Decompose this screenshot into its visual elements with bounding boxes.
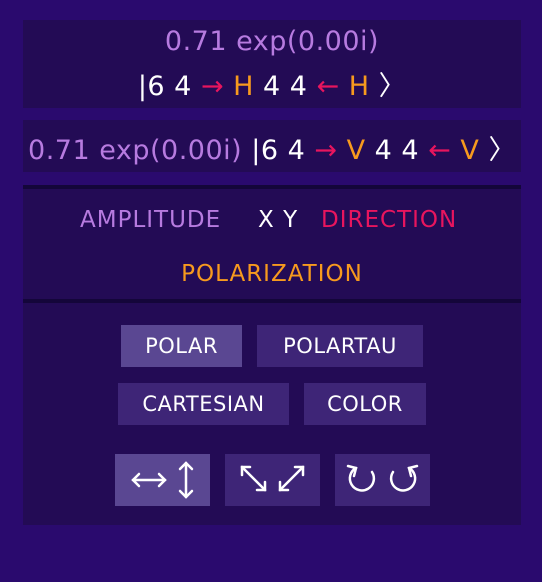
state-2-coords-2: 4 4 [374, 135, 429, 166]
state-2-amplitude: 0.71 exp(0.00i) [28, 135, 252, 166]
state-1-direction-arrow-2: ← [316, 71, 340, 102]
circular-basis-icon [346, 464, 419, 492]
state-1-polarization-2: H [339, 71, 379, 102]
legend-panel: AMPLITUDE X Y DIRECTION POLARIZATION [23, 189, 521, 299]
state-1-ket-close: 〉 [378, 71, 407, 102]
legend-xy: X Y [258, 207, 299, 233]
state-2-polarization-2: V [451, 135, 489, 166]
state-1-panel: 0.71 exp(0.00i) |6 4 → H 4 4 ← H 〉 [23, 20, 521, 108]
diagonal-basis-icon [240, 465, 305, 492]
legend-amplitude: AMPLITUDE [80, 207, 222, 233]
state-2-ket-close: 〉 [488, 135, 516, 166]
polar-button[interactable]: POLAR [121, 325, 242, 367]
color-button[interactable]: COLOR [304, 383, 426, 425]
state-1-ket-line: |6 4 → H 4 4 ← H 〉 [23, 64, 521, 103]
circular-basis-button[interactable] [335, 454, 430, 506]
state-2-ket-open: |6 4 [251, 135, 315, 166]
state-1-polarization-1: H [224, 71, 264, 102]
diagonal-basis-button[interactable] [225, 454, 320, 506]
state-1-amplitude-line: 0.71 exp(0.00i) [23, 26, 521, 57]
horizontal-vertical-basis-icon [131, 461, 194, 499]
legend-polarization: POLARIZATION [181, 261, 363, 287]
state-1-coords-2: 4 4 [263, 71, 317, 102]
polartau-button[interactable]: POLARTAU [257, 325, 423, 367]
hv-basis-button[interactable] [115, 454, 210, 506]
state-2-line: 0.71 exp(0.00i) |6 4 → V 4 4 ← V 〉 [23, 128, 521, 167]
state-2-polarization-1: V [337, 135, 375, 166]
state-2-panel: 0.71 exp(0.00i) |6 4 → V 4 4 ← V 〉 [23, 120, 521, 172]
controls-panel: POLAR POLARTAU CARTESIAN COLOR [23, 303, 521, 525]
state-2-direction-arrow-2: ← [428, 135, 452, 166]
state-1-ket-open: |6 4 [137, 71, 201, 102]
cartesian-button[interactable]: CARTESIAN [118, 383, 289, 425]
state-1-amplitude: 0.71 exp(0.00i) [164, 26, 380, 57]
state-1-direction-arrow-1: → [200, 71, 225, 102]
state-2-direction-arrow-1: → [314, 135, 338, 166]
legend-direction: DIRECTION [321, 207, 458, 233]
